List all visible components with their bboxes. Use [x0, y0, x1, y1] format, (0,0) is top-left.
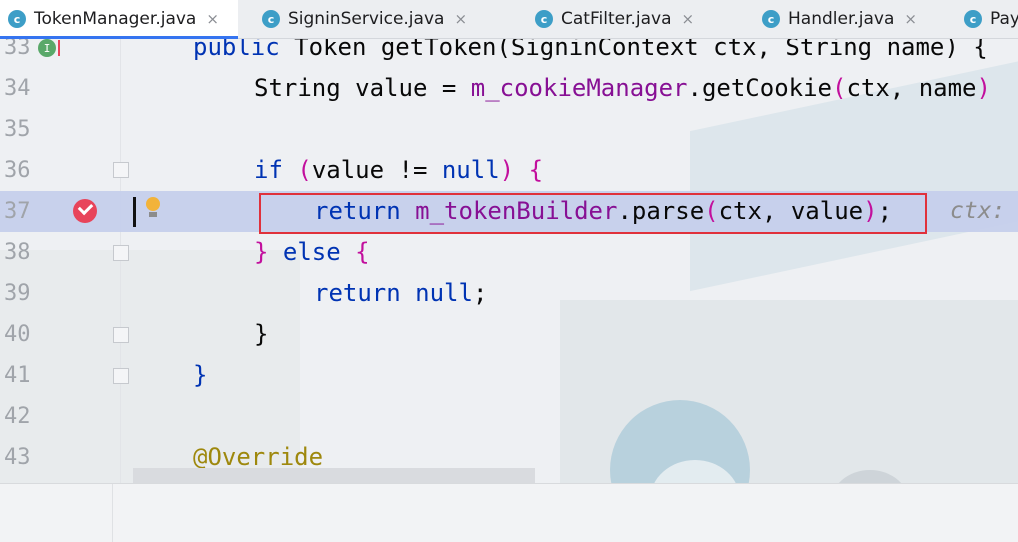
class-icon: c [262, 10, 280, 28]
code-text: } [254, 320, 269, 348]
tab-pay[interactable]: c Pay [964, 0, 1018, 38]
tab-label: SigninService.java [288, 9, 445, 29]
line-number: 37 [4, 199, 31, 224]
close-icon[interactable]: × [682, 10, 695, 28]
line-number: 36 [4, 158, 31, 183]
line-number: 43 [4, 445, 31, 470]
tab-catfilter[interactable]: c CatFilter.java × [535, 0, 694, 38]
code-editor[interactable]: 33 I public Token getToken(SigninContext… [0, 38, 1018, 483]
tab-tokenmanager[interactable]: c TokenManager.java × [0, 0, 238, 39]
fold-toggle-icon[interactable] [113, 327, 129, 343]
close-icon[interactable]: × [206, 10, 219, 28]
tab-signinservice[interactable]: c SigninService.java × [262, 0, 467, 38]
line-number: 38 [4, 240, 31, 265]
line-number: 34 [4, 76, 31, 101]
bottom-panel [0, 483, 1018, 542]
code-text: } else { [254, 238, 370, 266]
class-icon: c [535, 10, 553, 28]
inline-debug-hint: ctx: [950, 198, 1006, 224]
close-icon[interactable]: × [904, 10, 917, 28]
line-number: 39 [4, 281, 31, 306]
tab-label: TokenManager.java [34, 9, 197, 29]
fold-toggle-icon[interactable] [113, 162, 129, 178]
horizontal-scrollbar[interactable] [133, 468, 535, 483]
code-line[interactable]: 35 [0, 109, 1018, 150]
panel-divider [112, 484, 113, 542]
line-number: 35 [4, 117, 31, 142]
lightbulb-base [149, 212, 157, 217]
code-line[interactable]: 34 String value = m_cookieManager.getCoo… [0, 68, 1018, 109]
fold-toggle-icon[interactable] [113, 368, 129, 384]
class-icon: c [964, 10, 982, 28]
text-cursor [133, 197, 136, 227]
line-number: 40 [4, 322, 31, 347]
code-text: public Token getToken(SigninContext ctx,… [193, 38, 988, 61]
implements-method-icon[interactable]: I [38, 39, 56, 57]
selection-highlight-box [259, 193, 927, 234]
change-marker [58, 40, 60, 56]
breakpoint-icon[interactable] [73, 199, 97, 223]
close-icon[interactable]: × [454, 10, 467, 28]
code-line[interactable]: 36 if (value != null) { [0, 150, 1018, 191]
tab-label: Handler.java [788, 9, 895, 29]
tab-handler[interactable]: c Handler.java × [762, 0, 917, 38]
fold-toggle-icon[interactable] [113, 245, 129, 261]
code-line[interactable]: 38 } else { [0, 232, 1018, 273]
code-text: } [193, 361, 208, 389]
line-number: 41 [4, 363, 31, 388]
code-line[interactable]: 39 return null; [0, 273, 1018, 314]
code-text: if (value != null) { [254, 156, 544, 184]
code-text: return null; [314, 279, 488, 307]
code-line[interactable]: 40 } [0, 314, 1018, 355]
class-icon: c [762, 10, 780, 28]
code-line[interactable]: 42 [0, 396, 1018, 437]
class-icon: c [8, 10, 26, 28]
code-line[interactable]: 41 } [0, 355, 1018, 396]
lightbulb-icon[interactable] [146, 197, 160, 211]
line-number: 42 [4, 404, 31, 429]
code-text: String value = m_cookieManager.getCookie… [254, 74, 991, 102]
tab-label: Pay [990, 9, 1018, 29]
line-number: 33 [4, 38, 31, 60]
tab-label: CatFilter.java [561, 9, 672, 29]
code-line[interactable]: 33 I public Token getToken(SigninContext… [0, 38, 1018, 68]
editor-tab-bar: c TokenManager.java × c SigninService.ja… [0, 0, 1018, 39]
